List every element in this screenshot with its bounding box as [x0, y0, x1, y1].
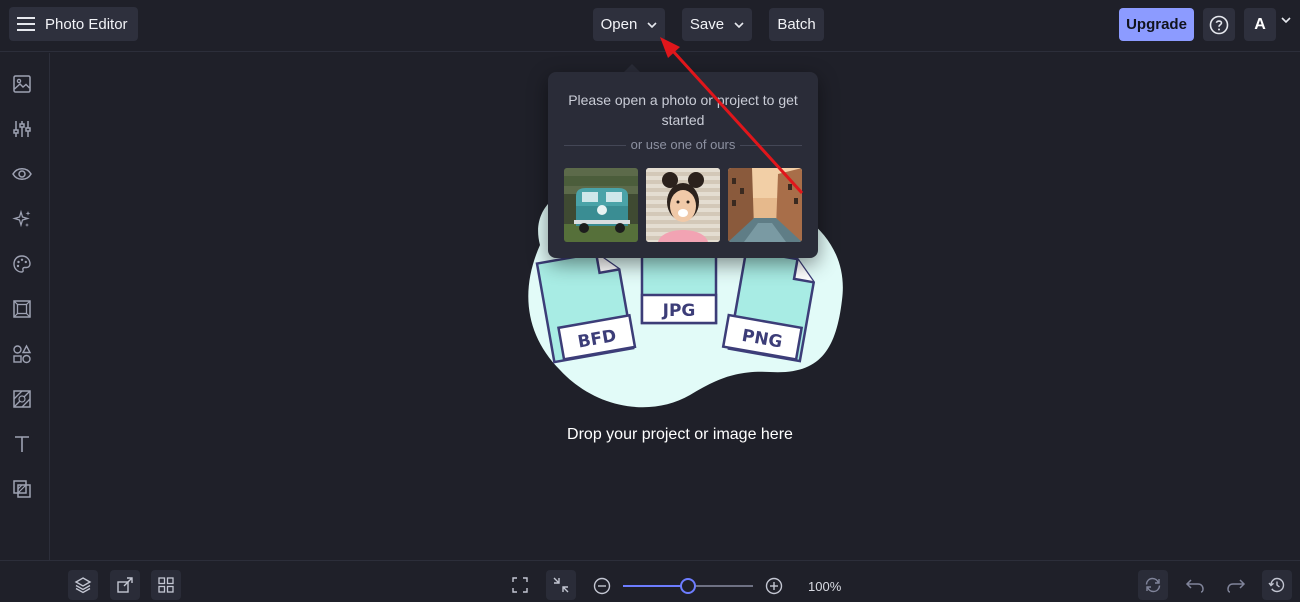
zoom-slider[interactable]: [620, 575, 756, 597]
history-icon: [1268, 577, 1285, 593]
bottom-toolbar: 100%: [0, 560, 1300, 602]
zoom-out-icon[interactable]: [593, 577, 611, 595]
redo-icon: [1227, 579, 1246, 593]
zoom-slider-thumb: [680, 578, 696, 594]
history-button[interactable]: [1262, 570, 1292, 600]
fit-screen-button[interactable]: [505, 570, 535, 600]
reset-button[interactable]: [1138, 570, 1168, 600]
grid-button[interactable]: [151, 570, 181, 600]
undo-icon: [1185, 579, 1204, 593]
grid-icon: [158, 577, 174, 593]
resize-button[interactable]: [110, 570, 140, 600]
layers-button[interactable]: [68, 570, 98, 600]
actual-size-button[interactable]: [546, 570, 576, 600]
zoom-in-icon[interactable]: [765, 577, 783, 595]
annotation-arrow: [660, 37, 804, 195]
undo-button[interactable]: [1180, 570, 1210, 600]
collapse-icon: [553, 577, 569, 593]
layers-icon: [74, 577, 92, 594]
refresh-icon: [1145, 577, 1161, 593]
redo-button[interactable]: [1221, 570, 1251, 600]
resize-icon: [117, 577, 133, 593]
zoom-level: 100%: [808, 579, 842, 594]
fit-screen-icon: [512, 577, 528, 593]
